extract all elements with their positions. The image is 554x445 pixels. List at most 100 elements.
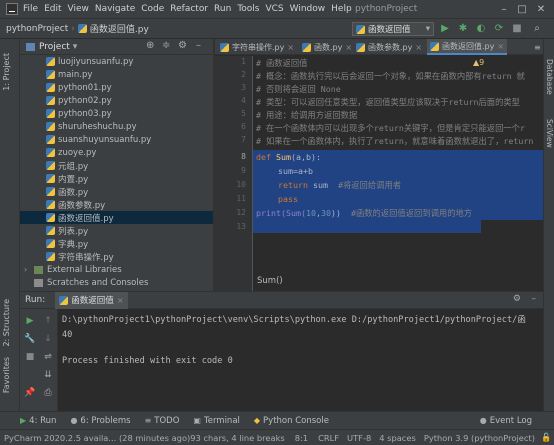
- tree-file[interactable]: 字符串操作.py: [46, 250, 114, 263]
- code-line: # 函数返回值: [256, 58, 308, 68]
- tab-list-icon[interactable]: ≡: [531, 39, 544, 55]
- menu-window[interactable]: Window: [290, 4, 326, 14]
- minimize-icon[interactable]: –: [497, 3, 511, 16]
- update-notice[interactable]: PyCharm 2020.2.5 availa... (28 minutes a…: [4, 433, 190, 443]
- python-file-icon: [46, 96, 55, 105]
- menu-file[interactable]: File: [23, 4, 38, 14]
- menu-run[interactable]: Run: [214, 4, 231, 14]
- code-editor[interactable]: ▲9 # 函数返回值 # 概念：函数执行完以后会返回一个对象，如果在函数内部有r…: [253, 56, 543, 291]
- tool-tab-structure[interactable]: 2: Structure: [2, 299, 11, 347]
- tool-tab-sciview[interactable]: SciView: [545, 119, 554, 148]
- close-icon[interactable]: ×: [415, 43, 422, 52]
- tab-function-return[interactable]: 函数返回值.py ×: [427, 39, 508, 55]
- tab-function[interactable]: 函数.py ×: [299, 39, 355, 55]
- tree-file[interactable]: shuruheshuchu.py: [46, 120, 136, 133]
- file-encoding[interactable]: UTF-8: [347, 433, 371, 443]
- tool-tab-database[interactable]: Database: [545, 59, 554, 95]
- menu-navigate[interactable]: Navigate: [95, 4, 135, 14]
- soft-wrap-icon[interactable]: ⇌: [41, 351, 55, 364]
- coverage-icon[interactable]: ◐: [474, 22, 488, 36]
- pycharm-logo-icon: [6, 3, 18, 15]
- warning-count[interactable]: ▲9: [473, 58, 484, 67]
- gear-icon[interactable]: ⚙: [513, 294, 521, 304]
- menu-view[interactable]: View: [68, 4, 89, 14]
- line-number: 10: [236, 180, 246, 189]
- line-separator[interactable]: CRLF: [318, 433, 339, 443]
- menu-code[interactable]: Code: [141, 4, 164, 14]
- hide-icon[interactable]: –: [196, 40, 201, 51]
- maximize-icon[interactable]: □: [515, 3, 529, 16]
- run-tab[interactable]: 函数返回值 ×: [55, 291, 128, 309]
- chevron-down-icon: ▾: [425, 24, 430, 34]
- menu-vcs[interactable]: VCS: [265, 4, 283, 14]
- scroll-up-icon[interactable]: ↑: [41, 315, 55, 328]
- menu-tools[interactable]: Tools: [237, 4, 259, 14]
- tree-file[interactable]: 元组.py: [46, 159, 88, 172]
- tree-scratches[interactable]: Scratches and Consoles: [34, 276, 148, 289]
- menu-edit[interactable]: Edit: [44, 4, 61, 14]
- console-output[interactable]: D:\pythonProject1\pythonProject\venv\Scr…: [62, 309, 542, 412]
- stop-icon[interactable]: ■: [23, 351, 37, 364]
- tree-external-libraries[interactable]: › External Libraries: [24, 263, 122, 276]
- tree-file[interactable]: zuoye.py: [46, 146, 96, 159]
- debug-icon[interactable]: ✱: [456, 22, 470, 36]
- python-file-icon: [46, 174, 55, 183]
- collapse-icon[interactable]: ≑: [162, 40, 170, 51]
- todo-icon: ≡: [144, 416, 152, 425]
- rerun-icon[interactable]: ▶: [23, 315, 37, 328]
- run-configuration-select[interactable]: 函数返回值 ▾: [352, 22, 434, 36]
- stop-icon[interactable]: ■: [510, 22, 524, 36]
- tree-file-selected[interactable]: 函数返回值.py: [20, 211, 213, 224]
- cursor-position[interactable]: 8:1: [295, 433, 308, 443]
- add-icon[interactable]: ⊕: [146, 40, 154, 51]
- close-icon[interactable]: ×: [287, 43, 294, 52]
- python-interpreter[interactable]: Python 3.9 (pythonProject): [424, 433, 535, 443]
- scroll-down-icon[interactable]: ↓: [41, 333, 55, 346]
- close-icon[interactable]: ×: [117, 296, 124, 305]
- pin-icon[interactable]: 📌: [23, 387, 37, 400]
- chevron-down-icon[interactable]: ▾: [73, 42, 78, 52]
- indent-setting[interactable]: 4 spaces: [379, 433, 416, 443]
- tree-file[interactable]: main.py: [46, 68, 92, 81]
- breadcrumb-function[interactable]: Sum(): [253, 274, 543, 288]
- tool-tab-project[interactable]: 1: Project: [2, 53, 11, 91]
- tool-tab-python-console[interactable]: ◆ Python Console: [254, 416, 329, 426]
- run-icon[interactable]: ▶: [438, 22, 452, 36]
- hide-icon[interactable]: –: [532, 294, 537, 304]
- tool-tab-todo[interactable]: ≡ TODO: [145, 416, 180, 426]
- print-icon[interactable]: ⎙: [41, 387, 55, 400]
- tree-file[interactable]: 内置.py: [46, 172, 88, 185]
- scroll-end-icon[interactable]: ⇊: [41, 369, 55, 382]
- breadcrumb-project[interactable]: pythonProject: [6, 24, 68, 34]
- tree-file[interactable]: 函数参数.py: [46, 198, 105, 211]
- tree-file[interactable]: python02.py: [46, 94, 112, 107]
- tool-tab-problems[interactable]: ● 6: Problems: [70, 416, 130, 426]
- tree-file[interactable]: python03.py: [46, 107, 112, 120]
- tree-file[interactable]: suanshuyunsuanfu.py: [46, 133, 151, 146]
- code-line: # 用途：给调用方返回数据: [256, 110, 358, 120]
- project-panel-title[interactable]: Project: [39, 42, 70, 52]
- menu-bar: File Edit View Navigate Code Refactor Ru…: [0, 0, 554, 19]
- close-icon[interactable]: ×: [345, 43, 352, 52]
- menu-refactor[interactable]: Refactor: [170, 4, 208, 14]
- tool-tab-terminal[interactable]: ▣ Terminal: [193, 416, 239, 426]
- profile-icon[interactable]: ⟳: [492, 22, 506, 36]
- close-window-icon[interactable]: ✕: [534, 3, 548, 16]
- tool-tab-favorites[interactable]: Favorites: [2, 357, 11, 393]
- search-icon[interactable]: ⌕: [530, 22, 544, 36]
- tool-tab-run[interactable]: ▶ 4: Run: [20, 416, 56, 426]
- tree-file[interactable]: 列表.py: [46, 224, 88, 237]
- lock-icon[interactable]: 🔓: [541, 432, 551, 443]
- close-icon[interactable]: ×: [497, 42, 504, 51]
- tree-file[interactable]: 字典.py: [46, 237, 88, 250]
- tool-tab-event-log[interactable]: ● Event Log: [480, 416, 532, 426]
- tree-file[interactable]: luojiyunsuanfu.py: [46, 55, 133, 68]
- tree-file[interactable]: python01.py: [46, 81, 112, 94]
- breadcrumb-file[interactable]: 函数返回值.py: [90, 22, 149, 35]
- wrench-icon[interactable]: 🔧: [23, 333, 37, 346]
- tab-string-ops[interactable]: 字符串操作.py ×: [217, 39, 297, 55]
- gear-icon[interactable]: ⚙: [178, 40, 187, 51]
- tab-function-params[interactable]: 函数参数.py ×: [353, 39, 425, 55]
- tree-file[interactable]: 函数.py: [46, 185, 88, 198]
- menu-help[interactable]: Help: [331, 4, 352, 14]
